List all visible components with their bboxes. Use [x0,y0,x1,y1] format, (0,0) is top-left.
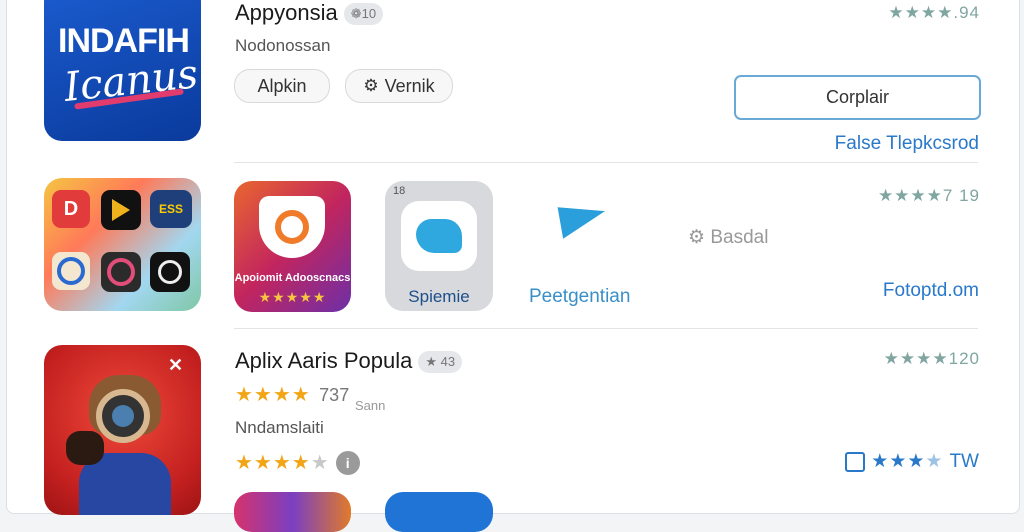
row3-subtitle: Nndamslaiti [235,418,324,437]
map-blob-icon [401,201,477,271]
fotoptd-link[interactable]: Fotoptd.om [883,280,979,302]
mini-d-icon: D [52,190,90,228]
tag-alpkin-label: Alpkin [257,75,307,96]
gear-icon: ⚙ [688,227,706,248]
mini-ring-icon [150,252,190,292]
row-divider-1 [234,162,978,163]
app-subtitle: Nodonossan [235,36,331,55]
close-icon[interactable]: ✕ [168,355,183,376]
app-title-row3-text: Aplix Aaris Popula [235,348,413,373]
row3-badge: ★ 43 [418,351,463,374]
spiemie-badge: 18 [393,185,406,197]
mini-camera-icon [101,252,141,292]
row3-rating-sub: Sann [355,398,386,413]
row3-stars-2: ★★★★★ [235,452,330,474]
app-title-row3[interactable]: Aplix Aaris Popula ★ 43 [235,348,463,374]
camera-lens-icon [96,389,150,443]
partial-app-icon-1[interactable] [234,492,351,532]
rating-row3: ★★★★120 [883,349,980,368]
mini-news-icon: ESS [150,190,192,228]
peetgentian-label[interactable]: Peetgentian [529,286,630,308]
row3-right-rating[interactable]: ★★★★ TW [845,450,979,473]
spiemie-label: Spiemie [408,287,470,306]
app-title[interactable]: Appyonsia ❁10 [235,0,384,26]
row3-stars: ★★★★ [235,384,311,406]
settings-text-button[interactable]: ⚙ Basdal [688,226,768,249]
rating-row2: ★★★★7 19 [877,186,980,205]
verified-icon: ⚙ [363,76,379,95]
indafih-app-icon[interactable]: INDAFIH Icanus [44,0,201,141]
row3-blue-stars: ★★★★ [871,451,944,472]
app-folder-icon[interactable]: D ESS [44,178,201,311]
camera-bear-app-icon[interactable]: ✕ [44,345,201,515]
bear-hands [66,431,104,465]
row3-rating-line: ★★★★ 737 [235,382,349,407]
shield-app-icon[interactable]: Apoiomit Adooscnacs ★★★★★ [234,181,351,312]
tag-vernik-label: Vernik [384,75,435,96]
mini-circle-icon [52,252,90,290]
rating-top-right: ★★★★.94 [888,3,980,22]
partial-app-icon-2[interactable] [385,492,493,532]
mini-play-icon [101,190,141,230]
app-title-text: Appyonsia [235,0,338,25]
shield-icon [259,196,325,258]
version-badge: ❁10 [343,3,384,26]
tag-alpkin[interactable]: Alpkin [234,69,330,103]
row3-user-rating: ★★★★★ i [235,450,360,475]
info-icon[interactable]: i [335,450,360,475]
row-divider-2 [234,328,978,329]
corplair-button[interactable]: Corplair [734,75,981,120]
spiemie-app-icon[interactable]: 18 Spiemie [385,181,493,311]
tag-vernik[interactable]: ⚙ Vernik [345,69,453,103]
false-link[interactable]: False Tlepkcsrod [835,133,979,155]
expand-icon [845,451,866,472]
shield-app-label: Apoiomit Adooscnacs [234,272,351,284]
row3-right-value: TW [949,450,979,472]
corplair-button-label: Corplair [825,87,890,107]
shield-app-stars: ★★★★★ [258,289,327,305]
settings-label: Basdal [710,227,769,248]
row3-rating-value: 737 [319,385,350,405]
